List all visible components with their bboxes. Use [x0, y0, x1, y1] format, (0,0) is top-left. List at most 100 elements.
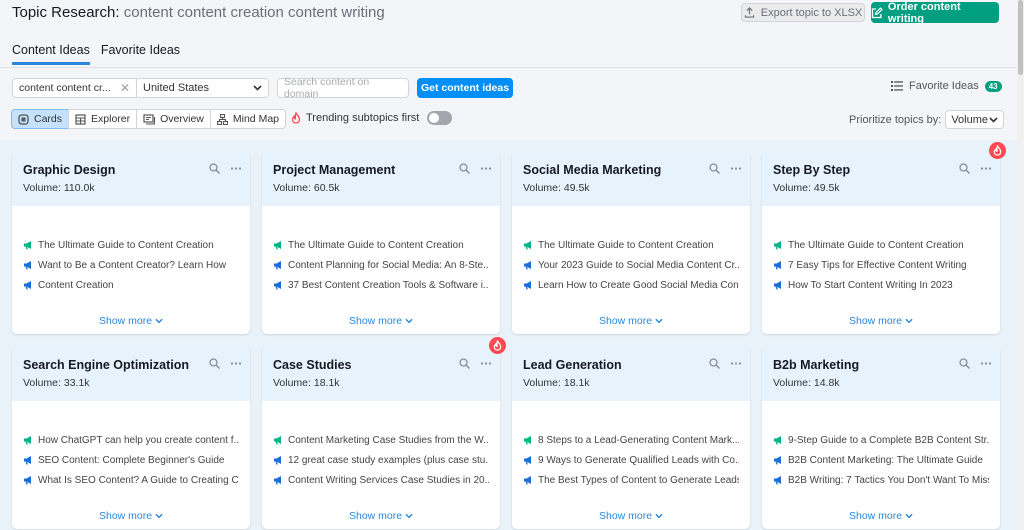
headline-item[interactable]: B2B Writing: 7 Tactics You Don't Want To…: [773, 470, 989, 490]
megaphone-icon: [24, 261, 31, 270]
show-more-button[interactable]: Show more: [262, 315, 500, 327]
headline-item[interactable]: Content Creation: [23, 275, 239, 295]
card-header: B2b Marketing Volume: 14.8k: [762, 346, 1000, 401]
show-more-label: Show more: [598, 510, 653, 522]
headline-item[interactable]: The Ultimate Guide to Content Creation: [523, 235, 739, 255]
clear-icon[interactable]: ✕: [120, 81, 130, 95]
topic-query-input[interactable]: content content cr... ✕: [12, 78, 136, 98]
headline-item[interactable]: The Ultimate Guide to Content Creation: [773, 235, 989, 255]
favorite-ideas-link[interactable]: Favorite Ideas 43: [891, 80, 1002, 92]
show-more-button[interactable]: Show more: [12, 510, 250, 522]
search-icon[interactable]: [209, 163, 220, 174]
more-options-icon[interactable]: [480, 163, 492, 174]
export-xlsx-button[interactable]: Export topic to XLSX: [741, 3, 865, 22]
headline-item[interactable]: SEO Content: Complete Beginner's Guide: [23, 450, 239, 470]
prioritize-select[interactable]: Volume: [945, 110, 1005, 129]
card-header: Graphic Design Volume: 110.0k: [12, 151, 250, 206]
headline-item[interactable]: Your 2023 Guide to Social Media Content …: [523, 255, 739, 275]
country-select[interactable]: United States: [136, 78, 269, 98]
card-title[interactable]: Project Management: [273, 163, 489, 177]
more-options-icon[interactable]: [980, 163, 992, 174]
show-more-button[interactable]: Show more: [12, 315, 250, 327]
tab-content-ideas[interactable]: Content Ideas: [12, 43, 90, 65]
card-title[interactable]: Lead Generation: [523, 358, 739, 372]
more-options-icon[interactable]: [730, 163, 742, 174]
headline-item[interactable]: Content Marketing Case Studies from the …: [273, 430, 489, 450]
headline-item[interactable]: How ChatGPT can help you create content …: [23, 430, 239, 450]
card-title[interactable]: Case Studies: [273, 358, 489, 372]
card-title[interactable]: Graphic Design: [23, 163, 239, 177]
headline-item[interactable]: How To Start Content Writing In 2023: [773, 275, 989, 295]
page-scrollbar[interactable]: [1017, 0, 1024, 530]
show-more-button[interactable]: Show more: [262, 510, 500, 522]
topic-card: Search Engine Optimization Volume: 33.1k: [12, 346, 250, 529]
show-more-button[interactable]: Show more: [512, 510, 750, 522]
view-overview-label: Overview: [160, 113, 204, 125]
view-cards-label: Cards: [34, 113, 63, 125]
cards-icon: [18, 113, 29, 125]
view-overview-button[interactable]: Overview: [136, 109, 211, 129]
order-content-writing-button[interactable]: Order content writing: [871, 1, 999, 25]
page-title-query: content content creation content writing: [123, 4, 385, 21]
headline-item[interactable]: 7 Easy Tips for Effective Content Writin…: [773, 255, 989, 275]
card-title[interactable]: B2b Marketing: [773, 358, 989, 372]
more-options-icon[interactable]: [980, 358, 992, 369]
headline-item[interactable]: The Ultimate Guide to Content Creation: [23, 235, 239, 255]
show-more-button[interactable]: Show more: [512, 315, 750, 327]
card-volume: Volume: 18.1k: [523, 377, 590, 389]
search-icon[interactable]: [709, 358, 720, 369]
view-explorer-button[interactable]: Explorer: [68, 109, 138, 129]
more-options-icon[interactable]: [730, 358, 742, 369]
search-icon[interactable]: [459, 358, 470, 369]
headline-text: Content Creation: [38, 279, 114, 291]
search-icon[interactable]: [459, 163, 470, 174]
show-more-button[interactable]: Show more: [762, 510, 1000, 522]
more-options-icon[interactable]: [480, 358, 492, 369]
headline-item[interactable]: B2B Content Marketing: The Ultimate Guid…: [773, 450, 989, 470]
more-options-icon[interactable]: [230, 358, 242, 369]
headline-item[interactable]: Learn How to Create Good Social Media Co…: [523, 275, 739, 295]
card-title[interactable]: Search Engine Optimization: [23, 358, 239, 372]
topic-card: Social Media Marketing Volume: 49.5k The…: [512, 151, 750, 334]
view-explorer-label: Explorer: [91, 113, 131, 125]
card-volume: Volume: 49.5k: [523, 182, 590, 194]
view-cards-button[interactable]: Cards: [11, 109, 70, 129]
card-title[interactable]: Social Media Marketing: [523, 163, 739, 177]
trending-subtopics-label: Trending subtopics first: [306, 112, 420, 124]
scrollbar-thumb[interactable]: [1018, 0, 1023, 75]
tab-favorite-ideas[interactable]: Favorite Ideas: [101, 43, 180, 64]
card-title[interactable]: Step By Step: [773, 163, 989, 177]
domain-search-input[interactable]: Search content on domain: [277, 76, 409, 100]
headline-item[interactable]: Content Writing Services Case Studies in…: [273, 470, 489, 490]
megaphone-icon: [24, 476, 31, 485]
topic-card: Case Studies Volume: 18.1k Content Marke…: [262, 337, 506, 529]
query-filters: content content cr... ✕ United States: [12, 78, 269, 98]
headline-item[interactable]: 9 Ways to Generate Qualified Leads with …: [523, 450, 739, 470]
headline-item[interactable]: 8 Steps to a Lead-Generating Content Mar…: [523, 430, 739, 450]
chevron-down-icon: [405, 513, 413, 519]
card-headlines: How ChatGPT can help you create content …: [12, 401, 250, 490]
headline-item[interactable]: Want to Be a Content Creator? Learn How: [23, 255, 239, 275]
more-options-icon[interactable]: [230, 163, 242, 174]
headline-item[interactable]: What Is SEO Content? A Guide to Creating…: [23, 470, 239, 490]
card-volume: Volume: 18.1k: [273, 377, 340, 389]
trending-subtopics-toggle[interactable]: [427, 111, 453, 125]
megaphone-icon: [274, 261, 281, 270]
search-icon[interactable]: [709, 163, 720, 174]
search-icon[interactable]: [959, 358, 970, 369]
view-mind-map-button[interactable]: Mind Map: [209, 109, 286, 129]
headline-item[interactable]: 37 Best Content Creation Tools & Softwar…: [273, 275, 489, 295]
chevron-down-icon: [405, 318, 413, 324]
search-icon[interactable]: [209, 358, 220, 369]
headline-item[interactable]: The Best Types of Content to Generate Le…: [523, 470, 739, 490]
headline-item[interactable]: 9-Step Guide to a Complete B2B Content S…: [773, 430, 989, 450]
megaphone-icon: [524, 476, 531, 485]
headline-text: Want to Be a Content Creator? Learn How: [38, 259, 227, 271]
headline-item[interactable]: Content Planning for Social Media: An 8-…: [273, 255, 489, 275]
card-headlines: 9-Step Guide to a Complete B2B Content S…: [762, 401, 1000, 490]
get-content-ideas-button[interactable]: Get content ideas: [417, 78, 513, 98]
headline-item[interactable]: The Ultimate Guide to Content Creation: [273, 235, 489, 255]
headline-item[interactable]: 12 great case study examples (plus case …: [273, 450, 489, 470]
show-more-button[interactable]: Show more: [762, 315, 1000, 327]
search-icon[interactable]: [959, 163, 970, 174]
